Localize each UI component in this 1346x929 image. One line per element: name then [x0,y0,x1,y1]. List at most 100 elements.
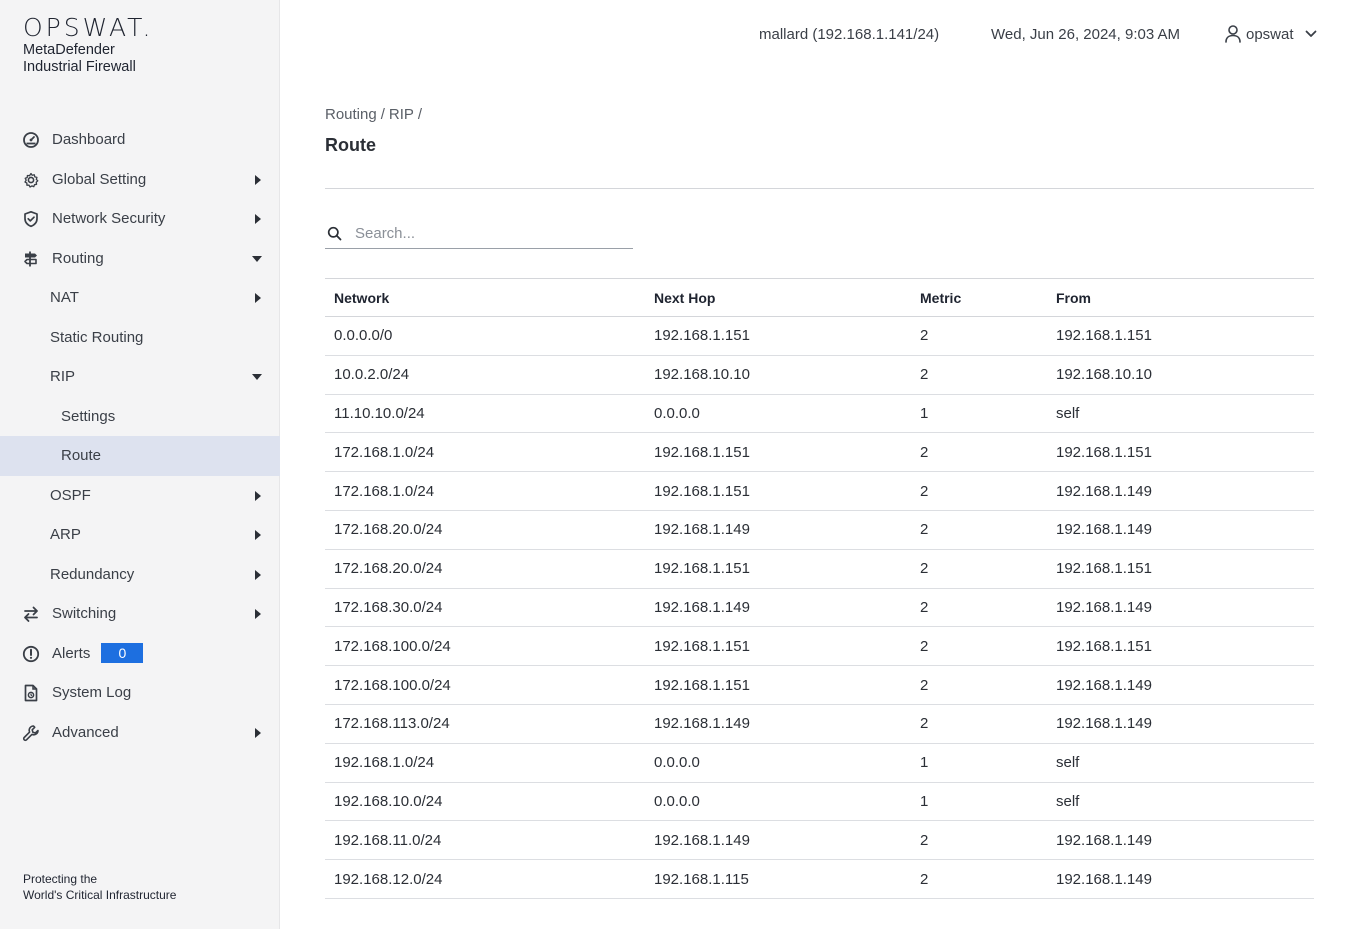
network-cell: 192.168.10.0/24 [325,782,645,822]
sidebar-item-network-security[interactable]: Network Security [0,199,280,239]
sidebar-item-redundancy[interactable]: Redundancy [0,555,280,595]
sidebar-item-label: Route [61,447,102,465]
sidebar-item-nat[interactable]: NAT [0,278,280,318]
from-cell: self [1047,782,1314,822]
table-row: 172.168.1.0/24 192.168.1.151 2 192.168.1.14… [325,471,1314,511]
sidebar-item-label: Global Setting [52,170,147,188]
caret-right-icon [254,292,262,304]
product-name-line2: Industrial Firewall [23,59,136,75]
network-cell: 172.168.20.0/24 [325,510,645,550]
search-icon [327,226,342,241]
breadcrumb-rip[interactable]: RIP [389,106,414,123]
network-cell: 11.10.10.0/24 [325,394,645,434]
metric-cell: 2 [911,510,1047,550]
tagline-line2: World's Critical Infrastructure [23,888,177,902]
caret-down-icon [251,373,263,381]
sidebar-item-routing[interactable]: Routing [0,239,280,279]
dashboard-icon [22,131,40,149]
caret-right-icon [254,608,262,620]
username-label: opswat [1246,25,1294,43]
swap-arrows-icon [22,605,40,623]
table-row: 172.168.30.0/24 192.168.1.149 2 192.168.1.1… [325,588,1314,628]
sidebar-item-global-setting[interactable]: Global Setting [0,160,280,200]
tagline: Protecting the World's Critical Infrastr… [23,871,176,903]
alerts-count-badge: 0 [101,643,144,664]
column-header-next-hop[interactable]: Next Hop [645,278,911,317]
next-hop-cell: 192.168.1.149 [645,510,911,550]
breadcrumb-separator: / [380,106,385,123]
sidebar-item-label: Alerts [52,644,91,662]
metric-cell: 2 [911,471,1047,511]
next-hop-cell: 192.168.10.10 [645,355,911,395]
network-cell: 172.168.113.0/24 [325,704,645,744]
from-cell: 192.168.1.149 [1047,820,1314,861]
document-icon [22,684,40,702]
table-row: 0.0.0.0/0 192.168.1.151 2 192.168.1.151 [325,316,1314,356]
user-menu-button[interactable]: opswat [1224,22,1317,46]
caret-right-icon [254,490,262,502]
column-header-from[interactable]: From [1047,278,1314,317]
table-row: 11.10.10.0/24 0.0.0.0 1 self [325,394,1314,434]
sidebar-item-label: Redundancy [50,565,135,583]
rip-route-table: Network Next Hop Metric From 0.0.0.0/0 19… [325,278,1314,899]
caret-right-icon [254,174,262,186]
divider [325,188,1314,189]
column-header-network[interactable]: Network [325,278,645,317]
network-cell: 172.168.100.0/24 [325,665,645,705]
sidebar: OPSWAT. MetaDefender Industrial Firewall… [0,0,280,929]
metric-cell: 2 [911,588,1047,628]
next-hop-cell: 192.168.1.149 [645,704,911,744]
network-cell: 172.168.20.0/24 [325,549,645,589]
breadcrumb: Routing / RIP / [325,106,422,123]
sidebar-item-advanced[interactable]: Advanced [0,713,280,753]
chevron-down-icon [1305,30,1317,38]
caret-right-icon [254,529,262,541]
network-cell: 192.168.12.0/24 [325,859,645,899]
network-cell: 172.168.100.0/24 [325,626,645,667]
sidebar-item-alerts[interactable]: Alerts 0 [0,634,280,674]
table-row: 172.168.1.0/24 192.168.1.151 2 192.168.1.15… [325,432,1314,473]
next-hop-cell: 192.168.1.151 [645,471,911,511]
sidebar-item-rip-route[interactable]: Route [0,436,280,476]
metric-cell: 2 [911,432,1047,473]
next-hop-cell: 192.168.1.149 [645,820,911,861]
from-cell: self [1047,743,1314,783]
table-row: 192.168.10.0/24 0.0.0.0 1 self [325,782,1314,822]
search-input[interactable] [355,224,615,242]
table-row: 172.168.100.0/24 192.168.1.151 2 192.168.1.… [325,665,1314,705]
sidebar-item-label: ARP [50,526,81,544]
next-hop-cell: 192.168.1.151 [645,432,911,473]
next-hop-cell: 192.168.1.151 [645,549,911,589]
sidebar-item-rip[interactable]: RIP [0,357,280,397]
sidebar-item-label: Dashboard [52,131,126,149]
table-row: 192.168.12.0/24 192.168.1.115 2 192.168.1.1… [325,859,1314,899]
sidebar-item-arp[interactable]: ARP [0,515,280,555]
sidebar-item-label: Routing [52,249,104,267]
table-row: 172.168.20.0/24 192.168.1.149 2 192.168.1.1… [325,510,1314,550]
sidebar-item-static-routing[interactable]: Static Routing [0,318,280,358]
next-hop-cell: 0.0.0.0 [645,743,911,783]
page-title: Route [325,135,376,155]
sidebar-item-label: Settings [61,407,116,425]
breadcrumb-routing[interactable]: Routing [325,106,377,123]
search-box [325,218,633,249]
user-icon [1224,24,1242,44]
table-row: 10.0.2.0/24 192.168.10.10 2 192.168.10.10 [325,355,1314,395]
from-cell: 192.168.1.149 [1047,704,1314,744]
metric-cell: 2 [911,820,1047,861]
from-cell: 192.168.10.10 [1047,355,1314,395]
opswat-logo[interactable]: OPSWAT. MetaDefender Industrial Firewall [23,14,153,76]
sidebar-item-ospf[interactable]: OSPF [0,476,280,516]
current-datetime: Wed, Jun 26, 2024, 9:03 AM [991,26,1181,43]
metric-cell: 1 [911,782,1047,822]
sidebar-item-switching[interactable]: Switching [0,594,280,634]
column-header-metric[interactable]: Metric [911,278,1047,317]
sidebar-item-rip-settings[interactable]: Settings [0,397,280,437]
breadcrumb-separator: / [417,106,423,123]
sidebar-item-dashboard[interactable]: Dashboard [0,120,280,160]
metric-cell: 2 [911,859,1047,899]
next-hop-cell: 192.168.1.151 [645,626,911,667]
from-cell: 192.168.1.151 [1047,549,1314,589]
sidebar-item-system-log[interactable]: System Log [0,673,280,713]
from-cell: 192.168.1.149 [1047,859,1314,899]
